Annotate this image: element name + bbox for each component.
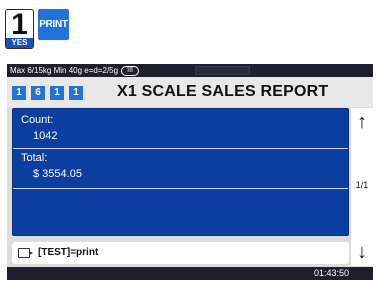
bottom-status-strip: 01:43:50 — [7, 267, 373, 280]
page-title: X1 SCALE SALES REPORT — [117, 83, 329, 100]
count-label: Count: — [21, 114, 54, 126]
row-divider — [13, 148, 348, 149]
scale-screen: Max 6/15kg Min 40g e=d=2/5g III 1 6 1 1 X… — [7, 64, 373, 280]
scale-ui: 1 YES PRINT Max 6/15kg Min 40g e=d=2/5g I… — [0, 0, 380, 285]
page-indicator: 1/1 — [355, 180, 369, 190]
print-key-button[interactable]: PRINT — [38, 9, 69, 40]
header-digit: 1 — [50, 86, 64, 100]
total-value: $ 3554.05 — [33, 168, 82, 180]
total-label: Total: — [21, 152, 48, 164]
header-digit: 1 — [69, 86, 83, 100]
message-icon — [18, 248, 33, 258]
capacity-text: Max 6/15kg Min 40g e=d=2/5g — [10, 66, 119, 75]
header-digit: 6 — [31, 86, 45, 100]
report-header: 1 6 1 1 X1 SCALE SALES REPORT — [7, 77, 373, 107]
status-indicator-box — [195, 66, 250, 75]
count-value: 1042 — [33, 130, 58, 142]
row-divider — [13, 188, 348, 189]
capacity-status: Max 6/15kg Min 40g e=d=2/5g III — [10, 64, 140, 77]
clock-time: 01:43:50 — [313, 268, 349, 278]
yes-key-button[interactable]: 1 YES — [5, 9, 34, 49]
scroll-sidebar: ↑ 1/1 ↓ — [351, 108, 373, 266]
arrow-up-icon[interactable]: ↑ — [351, 108, 373, 136]
report-panel: Count: 1042 Total: $ 3554.05 — [12, 108, 349, 236]
yes-key-number: 1 — [11, 8, 28, 41]
status-strip: Max 6/15kg Min 40g e=d=2/5g III — [7, 64, 373, 77]
arrow-down-icon[interactable]: ↓ — [351, 238, 373, 266]
header-digit: 1 — [12, 86, 26, 100]
info-message: [TEST]=print — [38, 247, 99, 258]
range-badge: III — [121, 66, 140, 76]
info-bar: [TEST]=print — [12, 242, 349, 264]
yes-key-label: YES — [6, 38, 33, 48]
